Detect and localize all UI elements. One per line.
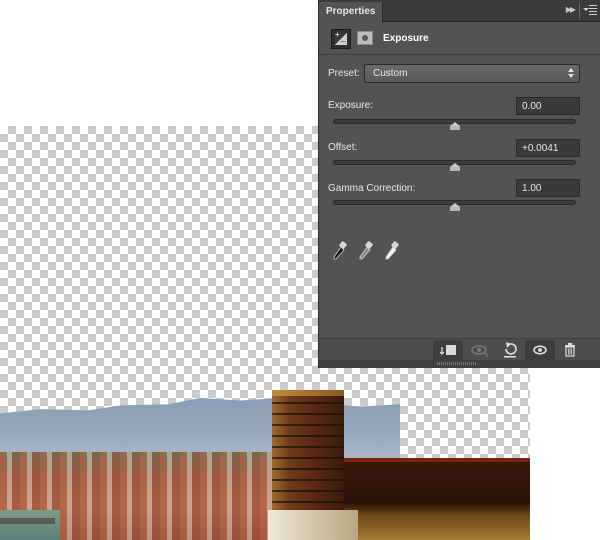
panel-resize-grip[interactable]: [437, 362, 477, 365]
trash-icon: [565, 343, 575, 357]
white-point-eyedropper-icon[interactable]: [383, 240, 401, 262]
eye-icon: [533, 345, 547, 355]
exposure-label: Exposure:: [328, 100, 374, 111]
offset-slider-thumb[interactable]: [449, 163, 460, 171]
delete-button[interactable]: [555, 340, 585, 360]
view-previous-state-button[interactable]: [465, 340, 495, 360]
dropdown-arrows-icon: [568, 68, 574, 79]
reset-button[interactable]: [495, 340, 525, 360]
exposure-slider-thumb[interactable]: [449, 122, 460, 130]
canvas-image[interactable]: [0, 390, 530, 540]
bridge: [0, 518, 55, 524]
preset-dropdown[interactable]: Custom: [364, 64, 580, 83]
panel-title: Exposure: [383, 33, 429, 44]
toggle-visibility-button[interactable]: [525, 340, 555, 360]
rooftop-edge: [344, 458, 530, 462]
exposure-adjustment-icon[interactable]: + –: [331, 29, 351, 49]
offset-label: Offset:: [328, 142, 358, 153]
panel-header: + – Exposure: [319, 23, 600, 55]
chimney-cap: [272, 390, 344, 396]
river: [0, 510, 60, 540]
collapse-panel-icon[interactable]: ▶▶: [566, 5, 576, 14]
gamma-correction-label: Gamma Correction:: [328, 183, 416, 194]
eye-previous-icon: [471, 345, 488, 358]
properties-panel: Properties ▶▶ + – Exposure Preset: Custo…: [318, 0, 600, 368]
panel-footer: [319, 338, 600, 360]
chimney-base: [268, 510, 358, 540]
gamma-slider-thumb[interactable]: [449, 203, 460, 211]
rooftop: [344, 458, 530, 540]
gamma-correction-input[interactable]: 1.00: [516, 179, 580, 197]
black-point-eyedropper-icon[interactable]: [331, 240, 349, 262]
tab-properties[interactable]: Properties: [319, 2, 384, 23]
reset-icon: [504, 342, 517, 358]
exposure-input[interactable]: 0.00: [516, 97, 580, 115]
preset-value: Custom: [373, 68, 408, 79]
clip-to-layer-button[interactable]: [433, 340, 463, 360]
layer-mask-icon[interactable]: [357, 31, 373, 45]
panel-menu-icon[interactable]: [583, 4, 597, 16]
tabbar-divider: [579, 3, 580, 19]
preset-label: Preset:: [328, 68, 360, 79]
panel-tab-bar: Properties ▶▶: [319, 0, 600, 23]
photoshop-workspace: Properties ▶▶ + – Exposure Preset: Custo…: [0, 0, 600, 540]
clip-to-layer-icon: [439, 345, 456, 355]
offset-input[interactable]: +0.0041: [516, 139, 580, 157]
gray-point-eyedropper-icon[interactable]: [357, 240, 375, 262]
